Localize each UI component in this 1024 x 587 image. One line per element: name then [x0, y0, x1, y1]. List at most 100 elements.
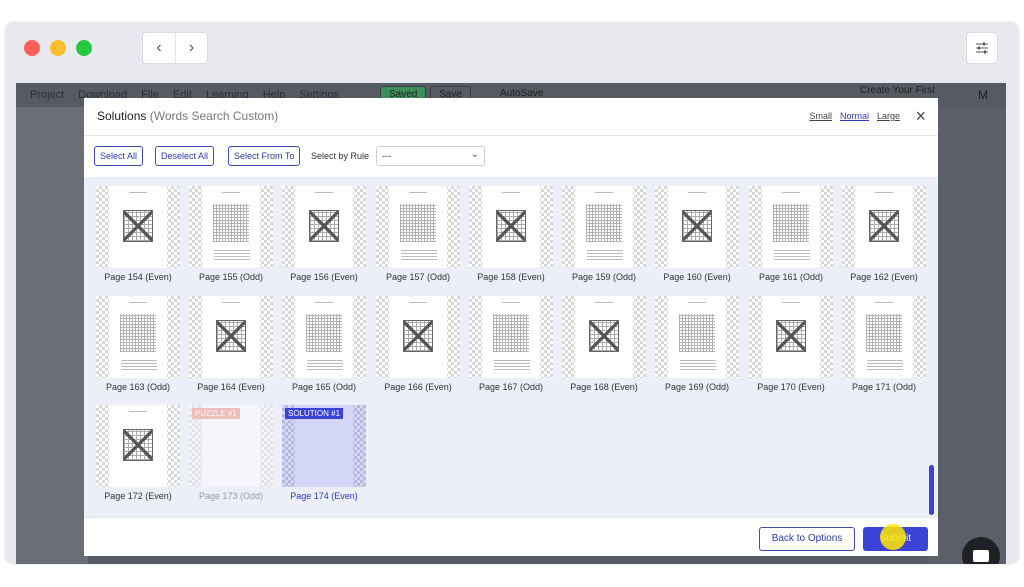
- page-thumbnail[interactable]: [749, 296, 833, 378]
- close-icon[interactable]: ×: [915, 106, 926, 126]
- solution-grid: [682, 210, 712, 242]
- page-sheet: [762, 296, 820, 378]
- page-thumbnail[interactable]: [655, 296, 739, 378]
- page-heading-line: [688, 302, 706, 303]
- page-heading-line: [409, 302, 427, 303]
- select-by-rule-dropdown[interactable]: --- ⌄: [376, 146, 485, 166]
- back-to-options-button[interactable]: Back to Options: [759, 527, 855, 551]
- word-list: [214, 248, 250, 260]
- select-all-button[interactable]: Select All: [94, 146, 144, 166]
- page-thumbnail[interactable]: [96, 405, 180, 487]
- page-sheet: [855, 296, 913, 378]
- solution-grid: [589, 320, 619, 352]
- page-label: Page 166 (Even): [384, 382, 452, 392]
- page-thumbnail[interactable]: [842, 296, 926, 378]
- close-window-button[interactable]: [24, 40, 40, 56]
- word-list: [680, 358, 716, 370]
- page-heading-line: [875, 192, 893, 193]
- solution-grid: [216, 320, 246, 352]
- selection-toolbar: Select All Deselect All Select From To S…: [84, 137, 938, 176]
- solution-grid: [309, 210, 339, 242]
- word-list: [494, 358, 530, 370]
- word-list: [121, 358, 157, 370]
- deselect-all-button[interactable]: Deselect All: [155, 146, 215, 166]
- page-label: Page 155 (Odd): [198, 272, 264, 282]
- page-heading-line: [782, 192, 800, 193]
- modal-title-text: Solutions: [97, 109, 147, 123]
- page-thumbnail[interactable]: [842, 186, 926, 268]
- page-thumbnail[interactable]: [562, 186, 646, 268]
- page-thumbnail[interactable]: [376, 296, 460, 378]
- chevron-down-icon: ⌄: [470, 149, 479, 160]
- page-heading-line: [688, 192, 706, 193]
- page-thumbnail[interactable]: [562, 296, 646, 378]
- page-thumbnail[interactable]: [469, 186, 553, 268]
- page-label: Page 159 (Odd): [571, 272, 637, 282]
- page-thumbnail[interactable]: [189, 186, 273, 268]
- page-label: Page 165 (Odd): [291, 382, 357, 392]
- page-sheet: [109, 405, 167, 487]
- solution-grid: [403, 320, 433, 352]
- page-thumbnail[interactable]: [189, 296, 273, 378]
- page-heading-line: [875, 302, 893, 303]
- page-thumbnail[interactable]: [282, 186, 366, 268]
- page-heading-line: [315, 192, 333, 193]
- page-thumbnail[interactable]: SOLUTION #1: [282, 405, 366, 487]
- solution-grid: [869, 210, 899, 242]
- page-sheet: [202, 296, 260, 378]
- page-sheet: [109, 296, 167, 378]
- page-label: Page 167 (Odd): [478, 382, 544, 392]
- page-sheet: [389, 296, 447, 378]
- scrollbar-thumb[interactable]: [929, 465, 934, 515]
- nav-group: ‹ ›: [142, 32, 208, 64]
- modal-title: Solutions (Words Search Custom): [97, 109, 278, 123]
- maximize-window-button[interactable]: [76, 40, 92, 56]
- page-label: Page 170 (Even): [757, 382, 825, 392]
- background-left-panel: [16, 107, 88, 564]
- word-list: [867, 358, 903, 370]
- minimize-window-button[interactable]: [50, 40, 66, 56]
- page-heading-line: [595, 192, 613, 193]
- puzzle-grid: [866, 314, 902, 352]
- page-label: Page 173 (Odd): [198, 491, 264, 501]
- size-small-link[interactable]: Small: [809, 111, 832, 121]
- page-label: Page 154 (Even): [104, 272, 172, 282]
- sliders-icon[interactable]: [966, 32, 998, 64]
- page-heading-line: [409, 192, 427, 193]
- page-sheet: [668, 296, 726, 378]
- page-sheet: [575, 186, 633, 268]
- background-right-panel: [926, 107, 1006, 564]
- page-thumbnail[interactable]: PUZZLE #1: [189, 405, 273, 487]
- page-thumbnail[interactable]: [749, 186, 833, 268]
- modal-subtitle: (Words Search Custom): [149, 109, 279, 123]
- page-sheet: [109, 186, 167, 268]
- page-sheet: [482, 186, 540, 268]
- page-label: Page 164 (Even): [197, 382, 265, 392]
- page-thumbnail[interactable]: [655, 186, 739, 268]
- page-thumbnail[interactable]: [96, 296, 180, 378]
- page-thumbnail[interactable]: [469, 296, 553, 378]
- page-label: Page 162 (Even): [850, 272, 918, 282]
- page-thumbnail[interactable]: [376, 186, 460, 268]
- page-thumbnail[interactable]: [96, 186, 180, 268]
- puzzle-grid: [213, 204, 249, 242]
- word-list: [774, 248, 810, 260]
- page-heading-line: [782, 302, 800, 303]
- page-heading-line: [595, 302, 613, 303]
- size-normal-link[interactable]: Normal: [840, 111, 869, 121]
- page-thumbnail[interactable]: [282, 296, 366, 378]
- select-from-to-button[interactable]: Select From To: [228, 146, 301, 166]
- puzzle-grid: [679, 314, 715, 352]
- word-list: [587, 248, 623, 260]
- back-button[interactable]: ‹: [143, 33, 175, 63]
- forward-button[interactable]: ›: [174, 33, 207, 63]
- puzzle-grid: [493, 314, 529, 352]
- page-heading-line: [502, 302, 520, 303]
- solution-grid: [123, 429, 153, 461]
- page-heading-line: [222, 192, 240, 193]
- word-list: [401, 248, 437, 260]
- size-large-link[interactable]: Large: [877, 111, 900, 121]
- solution-grid: [776, 320, 806, 352]
- page-label: Page 157 (Odd): [385, 272, 451, 282]
- solution-grid: [123, 210, 153, 242]
